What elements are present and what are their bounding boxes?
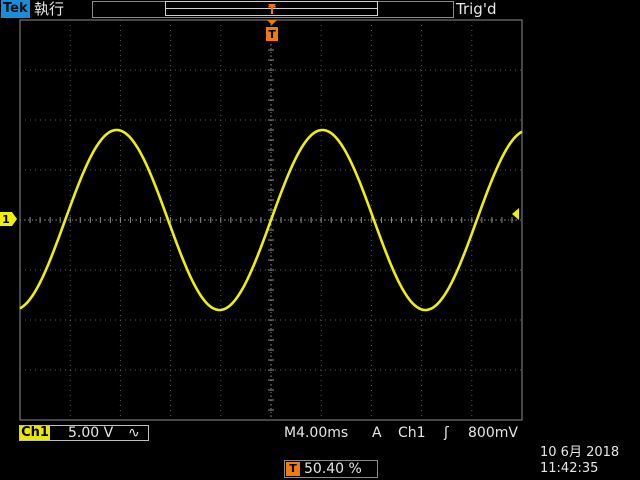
trigger-marker-label: T <box>268 28 276 41</box>
trigger-position-value: 50.40 % <box>304 461 362 477</box>
ac-coupling-icon: ∿ <box>128 425 140 441</box>
rising-edge-icon: ʃ <box>444 425 449 441</box>
trigger-level-arrow-icon[interactable] <box>512 208 519 220</box>
trigger-mode: A <box>372 425 382 441</box>
waveform-display[interactable]: T T 1 <box>0 0 640 424</box>
trigger-marker-top-label: T <box>268 4 276 17</box>
channel1-marker[interactable]: 1 <box>0 212 17 226</box>
channel1-scale: 5.00 V <box>68 425 114 441</box>
trigger-source: Ch1 <box>398 425 426 441</box>
trigger-level[interactable]: 800mV <box>468 424 518 442</box>
timebase-readout[interactable]: M4.00ms <box>284 424 348 442</box>
channel1-marker-label: 1 <box>2 213 10 226</box>
trigger-position-icon: T <box>286 462 300 476</box>
date-readout: 10 6月 2018 <box>540 445 620 460</box>
time-readout: 11:42:35 <box>540 461 599 476</box>
channel1-label: Ch1 <box>20 425 50 440</box>
trigger-position-marker[interactable]: T T <box>266 4 278 41</box>
